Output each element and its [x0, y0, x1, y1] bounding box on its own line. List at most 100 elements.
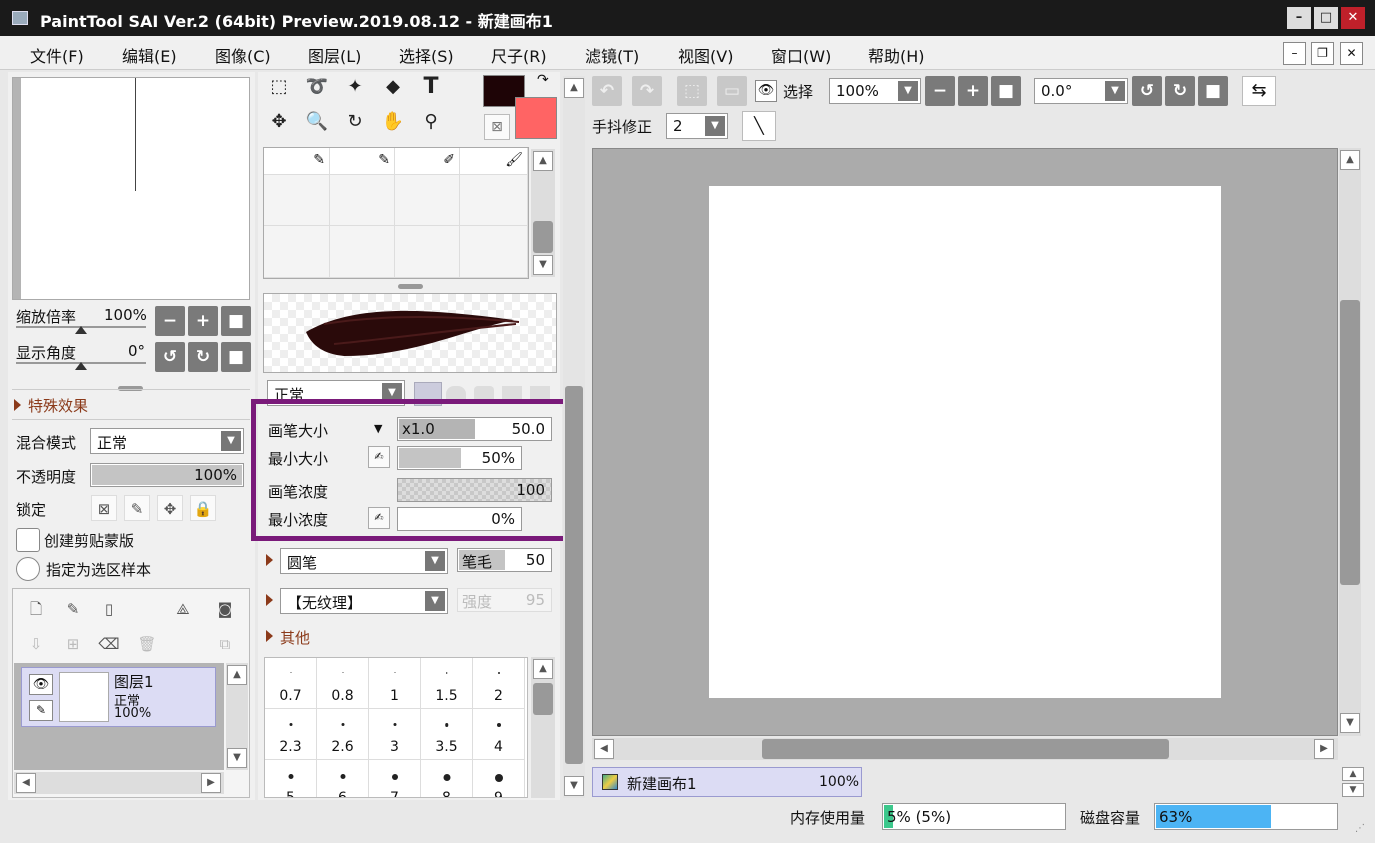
scroll-left-icon[interactable]: ◀	[594, 739, 614, 759]
scroll-down-icon[interactable]: ▼	[564, 776, 584, 796]
canvas-hscrollbar[interactable]: ◀ ▶	[592, 738, 1338, 760]
strength-slider[interactable]: 强度 95	[457, 588, 552, 612]
menu-layer[interactable]: 图层(L)	[308, 43, 361, 67]
scroll-thumb[interactable]	[533, 683, 553, 715]
zoom-slider-handle[interactable]	[75, 326, 87, 334]
eye-icon[interactable]: 👁	[29, 674, 53, 695]
scroll-down-icon[interactable]: ▼	[533, 255, 553, 275]
brush-size-cell[interactable]: 0.8	[317, 658, 369, 709]
scroll-right-icon[interactable]: ▶	[201, 773, 221, 793]
tool-slot[interactable]	[395, 175, 460, 226]
pencil-icon[interactable]: ✎	[378, 152, 390, 168]
scroll-thumb[interactable]	[762, 739, 1169, 759]
lock-transparency-icon[interactable]: ⊠	[91, 495, 117, 521]
zoom-tool-icon[interactable]: 🔍	[302, 107, 332, 137]
lock-all-icon[interactable]: 🔒	[190, 495, 216, 521]
canvas-surface[interactable]	[709, 186, 1221, 698]
pressure-icon[interactable]: ✍	[368, 446, 390, 468]
rect-select-icon[interactable]: ⬚	[264, 72, 294, 102]
magic-wand-icon[interactable]: ✦	[340, 72, 370, 102]
menu-image[interactable]: 图像(C)	[215, 43, 271, 67]
new-linework-layer-icon[interactable]: ✎	[60, 596, 86, 622]
zoom-select[interactable]: 100% ▼	[829, 78, 921, 104]
lock-move-icon[interactable]: ✥	[157, 495, 183, 521]
rotate-reset-button[interactable]: ■	[1198, 76, 1228, 106]
brush-size-cell[interactable]: 7	[369, 760, 421, 797]
undo-button[interactable]: ↶	[592, 76, 622, 106]
scroll-up-icon[interactable]: ▲	[227, 665, 247, 685]
scroll-down-icon[interactable]: ▼	[227, 748, 247, 768]
tool-slot[interactable]	[264, 175, 330, 226]
brush-size-slider[interactable]: x1.0 50.0	[397, 417, 552, 441]
scroll-thumb[interactable]	[533, 221, 553, 253]
rotate-left-button[interactable]: ↺	[1132, 76, 1162, 106]
straight-line-icon[interactable]: ╲	[742, 111, 776, 141]
menu-file[interactable]: 文件(F)	[30, 43, 84, 67]
copy-layer-icon[interactable]: ⊞	[60, 631, 86, 657]
brush-size-cell[interactable]: 2	[473, 658, 525, 709]
brush-size-cell[interactable]: 0.7	[265, 658, 317, 709]
menu-help[interactable]: 帮助(H)	[868, 43, 925, 67]
bristle-slider[interactable]: 笔毛 50	[457, 548, 552, 572]
zoom-out-button[interactable]: −	[925, 76, 955, 106]
canvas-vscrollbar[interactable]: ▲ ▼	[1339, 148, 1361, 736]
delete-layer-icon[interactable]: 🗑	[134, 631, 160, 657]
tool-slot[interactable]	[395, 226, 460, 278]
menu-select[interactable]: 选择(S)	[399, 43, 454, 67]
tab-scroll-up-icon[interactable]: ▲	[1342, 767, 1364, 781]
pen-icon[interactable]: ✎	[313, 152, 325, 168]
swap-colors-icon[interactable]: ↷	[537, 72, 549, 88]
scroll-right-icon[interactable]: ▶	[1314, 739, 1334, 759]
brush-size-cell[interactable]: 9	[473, 760, 525, 797]
zoom-reset-button[interactable]: ■	[991, 76, 1021, 106]
resize-grip-icon[interactable]: ⋰	[1355, 823, 1365, 834]
scroll-up-icon[interactable]: ▲	[533, 151, 553, 171]
brush-size-cell[interactable]: 5	[265, 760, 317, 797]
tool-slot[interactable]	[330, 226, 395, 278]
layer-effect-icon[interactable]: ⟁	[170, 596, 196, 622]
tab-scroll-down-icon[interactable]: ▼	[1342, 783, 1364, 797]
rotate-left-button[interactable]: ↺	[155, 342, 185, 372]
zoom-reset-button[interactable]: ■	[221, 306, 251, 336]
merge-down-icon[interactable]: ⇩	[23, 631, 49, 657]
layer-row[interactable]: 👁 ✎ 图层1 正常 100%	[21, 667, 216, 727]
brush-size-cell[interactable]: 2.3	[265, 709, 317, 760]
clipping-mask-checkbox[interactable]	[16, 528, 40, 552]
scroll-thumb[interactable]	[565, 386, 583, 764]
menu-window[interactable]: 窗口(W)	[771, 43, 831, 67]
layer-scrollbar[interactable]: ▲ ▼	[226, 663, 248, 770]
other-label[interactable]: 其他	[280, 627, 310, 648]
expand-arrow-icon[interactable]	[266, 554, 273, 566]
brush-shape-select[interactable]: 圆笔 ▼	[280, 548, 448, 574]
eye-icon[interactable]: 👁	[755, 80, 777, 102]
mdi-minimize-button[interactable]: –	[1283, 42, 1306, 65]
min-size-slider[interactable]: 50%	[397, 446, 522, 470]
bucket-icon[interactable]: ◆	[378, 72, 408, 102]
menu-view[interactable]: 视图(V)	[678, 43, 733, 67]
tool-slot[interactable]	[330, 175, 395, 226]
invert-selection-button[interactable]: ▭	[717, 76, 747, 106]
mdi-restore-button[interactable]: ❐	[1311, 42, 1334, 65]
new-layer-icon[interactable]: 🗋	[23, 596, 49, 622]
maximize-button[interactable]: □	[1314, 7, 1338, 29]
canvas-viewport[interactable]	[592, 148, 1338, 736]
brush-size-cell[interactable]: 2.6	[317, 709, 369, 760]
brush-size-cell[interactable]: 8	[421, 760, 473, 797]
panel-scrollbar[interactable]: ▲ ▼	[563, 76, 585, 798]
tool-slot[interactable]	[264, 226, 330, 278]
brush-size-cell[interactable]: 1	[369, 658, 421, 709]
stabilizer-select[interactable]: 2 ▼	[666, 113, 728, 139]
caret-down-icon[interactable]: ▼	[374, 422, 382, 435]
expand-arrow-icon[interactable]	[266, 630, 273, 642]
brush-size-cell[interactable]: 6	[317, 760, 369, 797]
marker-icon[interactable]: ✐	[443, 152, 455, 168]
rotate-right-button[interactable]: ↻	[1165, 76, 1195, 106]
texture-select[interactable]: 【无纹理】 ▼	[280, 588, 448, 614]
navigator-preview[interactable]	[12, 77, 250, 300]
redo-button[interactable]: ↷	[632, 76, 662, 106]
scroll-up-icon[interactable]: ▲	[533, 659, 553, 679]
minimize-button[interactable]: –	[1287, 7, 1311, 29]
canvas-tab[interactable]: 新建画布1 100%	[592, 767, 862, 797]
effects-label[interactable]: 特殊效果	[28, 395, 88, 416]
pressure-icon[interactable]: ✍	[368, 507, 390, 529]
